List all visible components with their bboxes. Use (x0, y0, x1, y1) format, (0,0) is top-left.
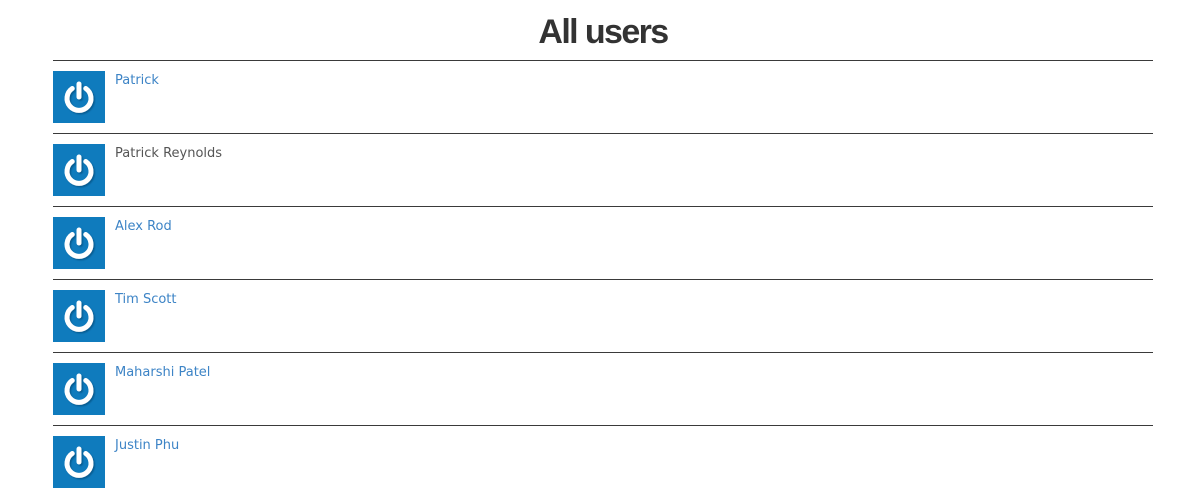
power-icon (59, 223, 99, 263)
power-icon (59, 442, 99, 482)
user-name-link[interactable]: Alex Rod (115, 219, 172, 235)
user-row: Alex Rod (53, 206, 1153, 279)
users-page: All users Patrick Patrick Reynolds Alex Ro… (53, 0, 1153, 498)
user-name-link[interactable]: Patrick (115, 73, 159, 89)
page-title: All users (538, 13, 669, 51)
user-name-link[interactable]: Justin Phu (115, 438, 179, 454)
user-row: Justin Phu (53, 425, 1153, 498)
avatar (53, 363, 105, 415)
user-row: Patrick Reynolds (53, 133, 1153, 206)
avatar (53, 217, 105, 269)
user-row: Patrick (53, 60, 1153, 133)
power-icon (59, 296, 99, 336)
user-list: Patrick Patrick Reynolds Alex Rod Tim Scott… (53, 60, 1153, 498)
power-icon (59, 150, 99, 190)
avatar (53, 436, 105, 488)
avatar (53, 144, 105, 196)
power-icon (59, 77, 99, 117)
user-name-link[interactable]: Tim Scott (115, 292, 177, 308)
avatar (53, 290, 105, 342)
user-name: Patrick Reynolds (115, 146, 223, 161)
user-row: Tim Scott (53, 279, 1153, 352)
avatar (53, 71, 105, 123)
user-row: Maharshi Patel (53, 352, 1153, 425)
power-icon (59, 369, 99, 409)
user-name-link[interactable]: Maharshi Patel (115, 365, 210, 381)
